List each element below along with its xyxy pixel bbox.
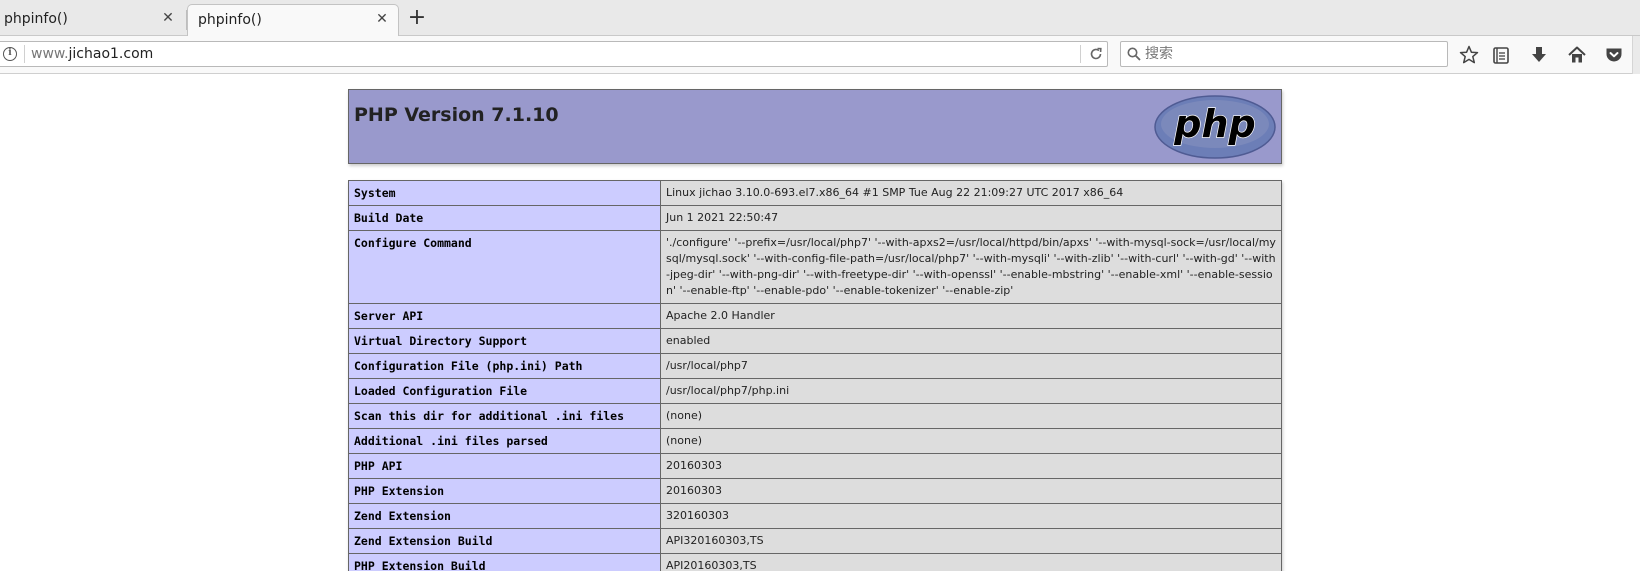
reading-list-icon[interactable] — [1490, 44, 1512, 66]
url-bar[interactable]: i www.jichao1.com — [0, 41, 1108, 67]
row-value: Linux jichao 3.10.0-693.el7.x86_64 #1 SM… — [660, 180, 1282, 206]
row-value: API320160303,TS — [660, 528, 1282, 554]
row-key: Virtual Directory Support — [348, 328, 661, 354]
url-divider — [24, 45, 25, 63]
php-logo-text: php — [1173, 102, 1255, 146]
row-value: API20160303,TS — [660, 553, 1282, 571]
tab-phpinfo-2[interactable]: phpinfo() ✕ — [187, 4, 399, 36]
table-row: Virtual Directory Support enabled — [348, 328, 1282, 354]
search-input[interactable] — [1145, 43, 1441, 65]
scrollbar[interactable] — [1632, 36, 1640, 74]
tab-phpinfo-1[interactable]: phpinfo() ✕ — [0, 4, 184, 36]
url-prefix: www. — [31, 46, 69, 62]
row-key: Scan this dir for additional .ini files — [348, 403, 661, 429]
row-value: enabled — [660, 328, 1282, 354]
url-text[interactable]: www.jichao1.com — [31, 46, 153, 62]
tab-title: phpinfo() — [198, 12, 262, 28]
row-key: Configure Command — [348, 230, 661, 304]
home-icon[interactable] — [1566, 44, 1588, 66]
url-host: jichao1.com — [68, 46, 154, 62]
row-value: Apache 2.0 Handler — [660, 303, 1282, 329]
row-value: 320160303 — [660, 503, 1282, 529]
row-key: PHP Extension Build — [348, 553, 661, 571]
table-row: Loaded Configuration File/usr/local/php7… — [348, 378, 1282, 404]
plus-icon: + — [407, 5, 427, 30]
phpinfo-page: PHP Version 7.1.10 php System Linux jicha… — [348, 89, 1282, 571]
tab-strip: phpinfo() ✕ phpinfo() ✕ + — [0, 0, 1640, 36]
reload-divider — [1080, 45, 1081, 63]
row-value: Jun 1 2021 22:50:47 — [660, 205, 1282, 231]
row-value: 20160303 — [660, 478, 1282, 504]
php-logo[interactable]: php — [1153, 94, 1277, 160]
row-key: Build Date — [348, 205, 661, 231]
info-icon[interactable]: i — [3, 47, 17, 61]
table-row: Zend Extension Build API320160303,TS — [348, 528, 1282, 554]
row-key: System — [348, 180, 661, 206]
table-row: System Linux jichao 3.10.0-693.el7.x86_64… — [348, 180, 1282, 206]
row-key: Loaded Configuration File — [348, 378, 661, 404]
bookmark-star-icon[interactable] — [1458, 44, 1480, 66]
tab-title: phpinfo() — [4, 11, 68, 27]
page-title: PHP Version 7.1.10 — [354, 104, 559, 126]
row-key: Zend Extension — [348, 503, 661, 529]
table-row: PHP Extension Build API20160303,TS — [348, 553, 1282, 571]
table-row: PHP Extension 20160303 — [348, 478, 1282, 504]
row-key: PHP Extension — [348, 478, 661, 504]
close-icon[interactable]: ✕ — [160, 10, 176, 26]
nav-bar: i www.jichao1.com — [0, 36, 1640, 74]
table-row: Configure Command './configure' '--prefix… — [348, 230, 1282, 304]
pocket-icon[interactable] — [1603, 44, 1625, 66]
table-row: Server API Apache 2.0 Handler — [348, 303, 1282, 329]
row-key: Zend Extension Build — [348, 528, 661, 554]
row-key: Additional .ini files parsed — [348, 428, 661, 454]
row-value: /usr/local/php7 — [660, 353, 1282, 379]
row-key: PHP API — [348, 453, 661, 479]
table-row: Configuration File (php.ini) Path/usr/lo… — [348, 353, 1282, 379]
close-icon[interactable]: ✕ — [374, 11, 390, 27]
search-icon — [1127, 47, 1141, 61]
table-row: Scan this dir for additional .ini files(… — [348, 403, 1282, 429]
reload-icon[interactable] — [1087, 45, 1105, 63]
row-value: /usr/local/php7/php.ini — [660, 378, 1282, 404]
table-row: Additional .ini files parsed (none) — [348, 428, 1282, 454]
row-key: Server API — [348, 303, 661, 329]
row-value: './configure' '--prefix=/usr/local/php7'… — [660, 230, 1282, 304]
table-row: Zend Extension 320160303 — [348, 503, 1282, 529]
table-row: PHP API 20160303 — [348, 453, 1282, 479]
row-value: (none) — [660, 403, 1282, 429]
row-key: Configuration File (php.ini) Path — [348, 353, 661, 379]
new-tab-button[interactable]: + — [406, 6, 428, 30]
row-value: 20160303 — [660, 453, 1282, 479]
row-value: (none) — [660, 428, 1282, 454]
download-icon[interactable] — [1528, 44, 1550, 66]
php-header: PHP Version 7.1.10 php — [348, 89, 1282, 164]
search-bar[interactable] — [1120, 41, 1448, 67]
info-table: System Linux jichao 3.10.0-693.el7.x86_64… — [348, 180, 1282, 571]
table-row: Build Date Jun 1 2021 22:50:47 — [348, 205, 1282, 231]
